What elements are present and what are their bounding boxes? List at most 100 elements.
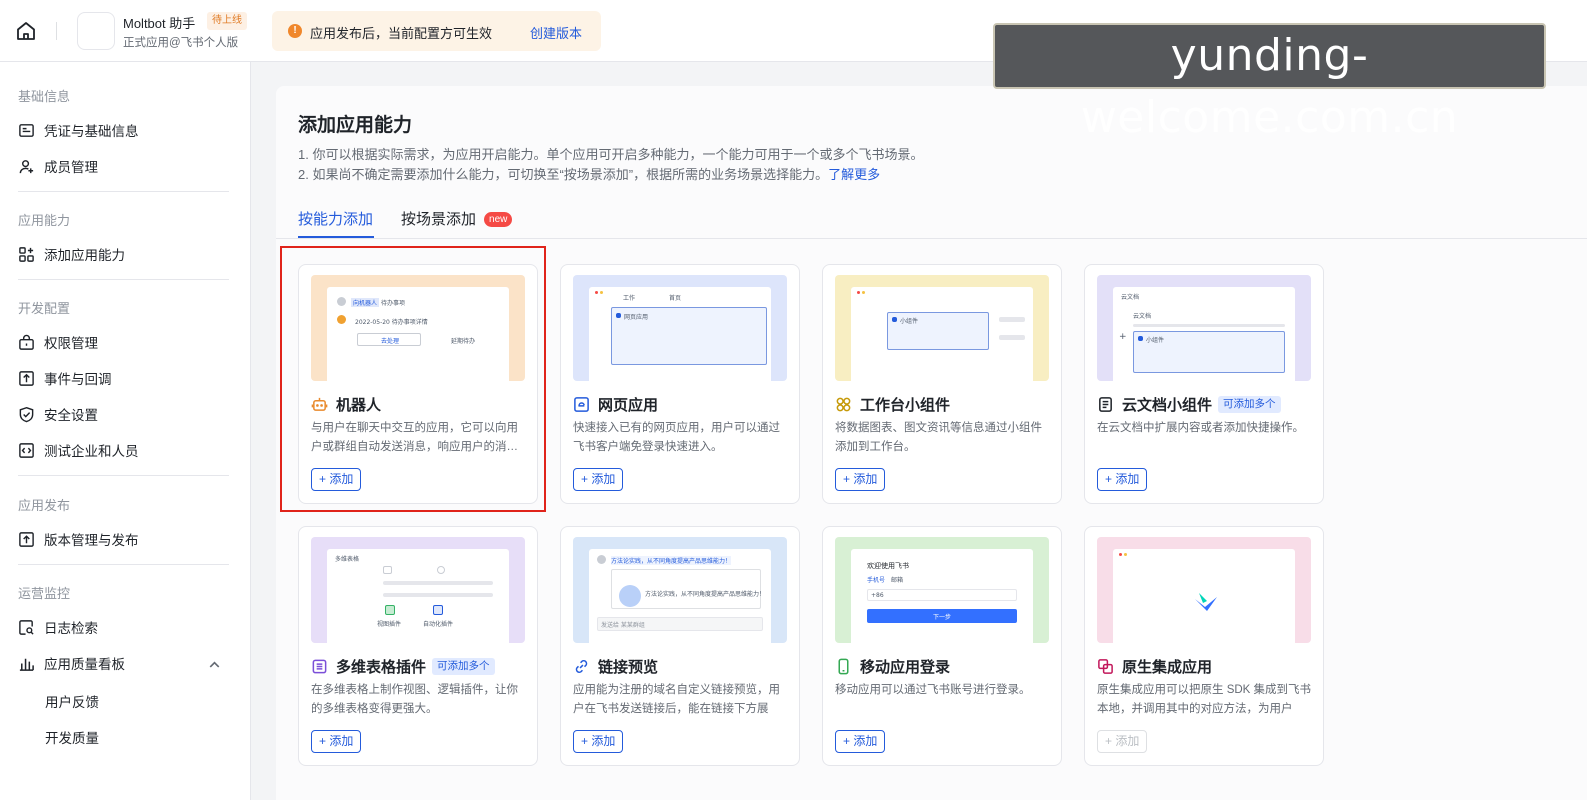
card-title-text: 链接预览 xyxy=(598,658,659,676)
capability-card-link-preview[interactable]: 方法论实践，从不同角度提高产品思维能力！ 方法论实践，从不同角度提高产品思维能力… xyxy=(560,526,800,766)
sidebar-item-label: 安全设置 xyxy=(44,408,98,423)
sidebar-group-capability: 应用能力 xyxy=(18,213,71,228)
avatar xyxy=(337,297,346,306)
sidebar-item-add-capability[interactable]: 添加应用能力 xyxy=(18,242,228,266)
add-doc-widget-button[interactable]: + 添加 xyxy=(1097,468,1148,491)
add-widget-button[interactable]: + 添加 xyxy=(835,468,886,491)
sidebar-group-dev: 开发配置 xyxy=(18,301,71,316)
tabs-divider xyxy=(276,238,1587,239)
thumb-line xyxy=(1133,324,1285,327)
sidebar-item-logs[interactable]: 日志检索 xyxy=(18,615,228,639)
thumb-text: +86 xyxy=(871,592,884,599)
capability-card-web-app[interactable]: 工作 首页 网页应用 网页应用 快速接入已有的网页应用，用户可以通过飞书客户端免… xyxy=(560,264,800,504)
upload-icon xyxy=(19,531,34,547)
add-mobile-login-button[interactable]: + 添加 xyxy=(835,730,886,753)
description-line-1: 1. 你可以根据实际需求，为应用开启能力。单个应用可开启多种能力，一个能力可用于… xyxy=(298,147,924,162)
capability-card-bitable[interactable]: 多维表格 视图插件 自动化插件 多维表格插件 可添加多个 在多维表格上制作视图、… xyxy=(298,526,538,766)
capability-card-doc-widget[interactable]: 云文档 云文档 + 小组件 云文档小组件 可添加多个 在云文档中扩展内容或者添加… xyxy=(1084,264,1324,504)
thumbnail-window: 欢迎使用飞书 手机号 邮箱 +86 下一步 xyxy=(851,549,1033,643)
native-icon xyxy=(1098,658,1113,674)
feishu-logo-icon xyxy=(1195,593,1217,611)
divider xyxy=(18,564,229,565)
card-description: 应用能为注册的域名自定义链接预览，用户在飞书发送链接后，能在链接下方展示… xyxy=(573,684,780,715)
sidebar-item-label: 凭证与基础信息 xyxy=(44,124,139,139)
thumb-text: 小组件 xyxy=(900,318,919,325)
web-app-icon xyxy=(574,396,589,412)
thumbnail-window: 方法论实践，从不同角度提高产品思维能力！ 方法论实践，从不同角度提高产品思维能力… xyxy=(589,549,771,643)
view-plugin-icon xyxy=(385,605,395,615)
sidebar-item-permission[interactable]: 权限管理 xyxy=(18,330,228,354)
capability-card-native-app[interactable]: 原生集成应用 原生集成应用可以把原生 SDK 集成到飞书本地，并调用其中的对应方… xyxy=(1084,526,1324,766)
permission-icon xyxy=(19,334,34,350)
divider xyxy=(18,191,229,192)
sidebar-subitem-feedback[interactable]: 用户反馈 xyxy=(45,691,99,711)
thumb-line xyxy=(999,335,1025,340)
thumb-text: 云文档 xyxy=(1121,294,1140,301)
card-title: 多维表格插件 可添加多个 xyxy=(311,655,495,677)
shield-icon xyxy=(19,406,34,422)
capability-card-widget[interactable]: 小组件 工作台小组件 将数据图表、图文资讯等信息通过小组件添加到工作台。 + 添… xyxy=(822,264,1062,504)
multiple-badge: 可添加多个 xyxy=(1218,395,1281,413)
widget-icon xyxy=(836,397,851,411)
add-native-app-button: + 添加 xyxy=(1097,730,1148,753)
thumb-marker xyxy=(892,317,897,322)
sidebar-item-label: 成员管理 xyxy=(44,160,98,175)
home-icon[interactable] xyxy=(14,19,38,43)
tab-label: 按场景添加 xyxy=(401,211,477,228)
thumb-text: 去处理 xyxy=(381,338,400,345)
window-dot xyxy=(862,291,865,294)
card-thumbnail xyxy=(1097,537,1311,643)
sidebar: 基础信息 凭证与基础信息 成员管理 应用能力 添加应用能力 开发配置 权限管理 … xyxy=(0,62,251,800)
thumb-text: 手机号 xyxy=(867,577,886,584)
card-description: 在云文档中扩展内容或者添加快捷操作。 xyxy=(1097,422,1304,434)
sidebar-item-events[interactable]: 事件与回调 xyxy=(18,366,228,390)
thumb-text: 视图插件 xyxy=(377,621,402,628)
window-dot xyxy=(595,291,598,294)
chevron-up-icon[interactable] xyxy=(206,656,223,673)
card-description: 快速接入已有的网页应用，用户可以通过飞书客户端免登录快速进入。 xyxy=(573,422,780,453)
thumb-line xyxy=(383,593,493,597)
card-title: 原生集成应用 xyxy=(1097,655,1212,677)
add-bitable-button[interactable]: + 添加 xyxy=(311,730,362,753)
sidebar-item-quality[interactable]: 应用质量看板 xyxy=(18,651,228,675)
capability-card-robot[interactable]: 向机器人 待办事项 2022-05-20 待办事项详情 去处理 延期待办 机器人… xyxy=(298,264,538,504)
sidebar-item-members[interactable]: 成员管理 xyxy=(18,154,228,178)
sidebar-subitem-dev-quality[interactable]: 开发质量 xyxy=(45,727,99,747)
sidebar-item-test-tenant[interactable]: 测试企业和人员 xyxy=(18,438,228,462)
add-link-preview-button[interactable]: + 添加 xyxy=(573,730,624,753)
thumbnail-window: 云文档 云文档 + 小组件 xyxy=(1113,287,1295,381)
sidebar-item-security[interactable]: 安全设置 xyxy=(18,402,228,426)
add-web-app-button[interactable]: + 添加 xyxy=(573,468,624,491)
thumb-text: 云文档 xyxy=(1133,313,1152,320)
thumb-text: 下一步 xyxy=(933,614,952,621)
doc-icon xyxy=(1099,396,1112,412)
sidebar-item-credentials[interactable]: 凭证与基础信息 xyxy=(18,118,228,142)
event-icon xyxy=(19,370,34,386)
card-description: 移动应用可以通过飞书账号进行登录。 xyxy=(835,684,1031,696)
card-title-text: 网页应用 xyxy=(598,396,659,414)
notice-text: 应用发布后，当前配置方可生效 xyxy=(310,26,493,41)
description-line-2: 2. 如果尚不确定需要添加什么能力，可切换至“按场景添加”，根据所需的业务场景选… xyxy=(298,164,880,183)
card-description: 在多维表格上制作视图、逻辑插件，让你的多维表格变得更强大。 xyxy=(311,684,518,715)
create-version-link[interactable]: 创建版本 xyxy=(530,23,582,42)
add-robot-button[interactable]: + 添加 xyxy=(311,468,362,491)
thumb-line xyxy=(999,317,1025,322)
thumb-text: 自动化插件 xyxy=(423,621,454,628)
sidebar-item-label: 版本管理与发布 xyxy=(44,533,139,548)
learn-more-link[interactable]: 了解更多 xyxy=(828,167,880,182)
card-title: 链接预览 xyxy=(573,655,658,677)
capability-card-mobile-login[interactable]: 欢迎使用飞书 手机号 邮箱 +86 下一步 移动应用登录 移动应用可以通过飞书账… xyxy=(822,526,1062,766)
tab-by-capability[interactable]: 按能力添加 xyxy=(298,208,374,238)
sidebar-item-version[interactable]: 版本管理与发布 xyxy=(18,527,228,551)
tab-by-scenario[interactable]: 按场景添加 new xyxy=(401,208,513,229)
member-icon xyxy=(19,159,34,173)
thumb-text: 延期待办 xyxy=(451,338,476,345)
divider xyxy=(56,22,57,40)
preview-image xyxy=(619,585,641,607)
card-thumbnail: 欢迎使用飞书 手机号 邮箱 +86 下一步 xyxy=(835,537,1049,643)
app-status-badge: 待上线 xyxy=(207,12,247,30)
thumb-clock xyxy=(437,566,445,574)
card-title: 工作台小组件 xyxy=(835,393,950,415)
app-subtitle: 正式应用@飞书个人版 xyxy=(123,37,239,49)
card-title-text: 多维表格插件 xyxy=(336,658,427,676)
